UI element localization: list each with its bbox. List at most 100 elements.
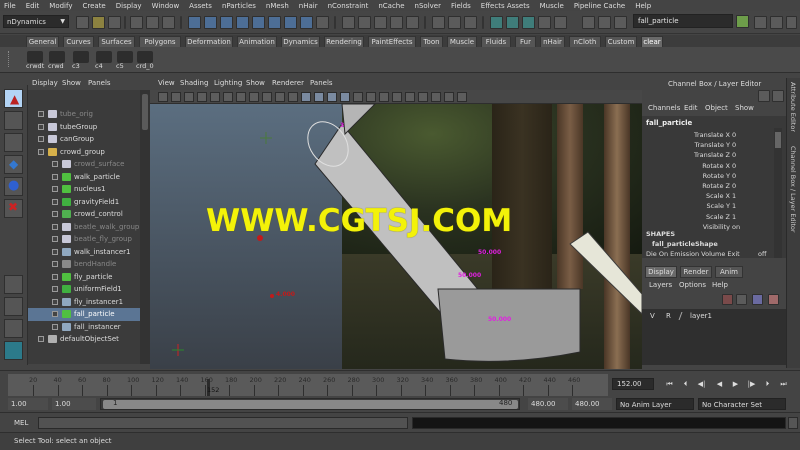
camera-attr-icon[interactable] [171, 92, 181, 102]
outliner-item[interactable]: crowd_group [28, 146, 140, 159]
snap-grid-icon[interactable] [342, 16, 355, 29]
input-ops-icon[interactable] [432, 16, 445, 29]
bookmark-icon[interactable] [184, 92, 194, 102]
script-language-toggle[interactable]: MEL [14, 419, 28, 427]
command-input[interactable] [38, 417, 408, 429]
shelf-tab-fluids[interactable]: Fluids [481, 36, 511, 47]
menu-pipeline-cache[interactable]: Pipeline Cache [574, 2, 625, 10]
outliner-item[interactable]: nucleus1 [28, 183, 140, 196]
shelf-tab-dynamics[interactable]: Dynamics [281, 36, 320, 47]
shelf-tab-surfaces[interactable]: Surfaces [98, 36, 135, 47]
layer-color-swatch[interactable] [678, 312, 690, 320]
channel-attr-value[interactable]: 0 [732, 161, 736, 171]
second-tube-mesh[interactable] [569, 231, 642, 315]
layer-visibility-toggle[interactable]: V [650, 311, 655, 322]
go-to-end-icon[interactable]: ⏭ [778, 378, 789, 390]
shelf-tab-deformation[interactable]: Deformation [185, 36, 233, 47]
snap-view-icon[interactable] [390, 16, 403, 29]
high-quality-icon[interactable] [418, 92, 428, 102]
expand-icon[interactable] [52, 323, 58, 330]
new-scene-icon[interactable] [76, 16, 89, 29]
expand-icon[interactable] [52, 161, 58, 167]
outliner-menu-show[interactable]: Show [62, 79, 81, 87]
step-back-frame-icon[interactable]: ⏴ [680, 378, 691, 390]
expand-icon[interactable] [52, 286, 58, 292]
outliner-item[interactable]: walk_instancer1 [28, 246, 140, 259]
four-pane-layout-icon[interactable] [4, 297, 23, 316]
script-editor-icon[interactable] [788, 417, 798, 429]
layer-menu-options[interactable]: Options [679, 281, 706, 289]
lock-camera-icon[interactable] [457, 92, 467, 102]
channel-box-menu-edit[interactable]: Edit [684, 104, 698, 112]
channel-attr-row[interactable]: Scale Z1 [642, 212, 774, 222]
range-slider-bar[interactable]: 1 480 [100, 398, 520, 410]
animation-end-field[interactable]: 480.00 [572, 398, 612, 410]
expand-icon[interactable] [52, 186, 58, 192]
layer-row[interactable]: V R layer1 [646, 311, 780, 322]
shelf-tab-toon[interactable]: Toon [420, 36, 443, 47]
backface-icon[interactable] [431, 92, 441, 102]
save-scene-icon[interactable] [108, 16, 121, 29]
playback-start-field[interactable]: 1.00 [52, 398, 96, 410]
channel-attr-row[interactable]: Translate X0 [642, 130, 774, 140]
viewport-menu-lighting[interactable]: Lighting [214, 79, 242, 87]
channel-box-object-name[interactable]: fall_particle [646, 119, 692, 127]
menu-fields[interactable]: Fields [451, 2, 471, 10]
layer-tab-anim[interactable]: Anim [715, 266, 743, 278]
outliner-scrollbar[interactable] [140, 90, 150, 364]
menu-window[interactable]: Window [152, 2, 180, 10]
expand-icon[interactable] [52, 198, 58, 205]
mask-surfaces-icon[interactable] [236, 16, 249, 29]
channel-attr-value[interactable]: 1 [732, 191, 736, 201]
outliner-menu-panels[interactable]: Panels [88, 79, 111, 87]
isolate-select-icon[interactable] [379, 92, 389, 102]
select-tool-icon[interactable]: ▲ [4, 89, 23, 108]
lasso-tool-icon[interactable] [4, 111, 23, 130]
outliner-layout-icon[interactable] [4, 319, 23, 338]
render-settings-icon[interactable] [538, 16, 551, 29]
selection-mode-icon[interactable] [582, 16, 595, 29]
channel-attr-row[interactable]: Rotate X0 [642, 161, 774, 171]
channel-attr-value[interactable]: 0 [732, 181, 736, 191]
shelf-tab-curves[interactable]: Curves [63, 36, 94, 47]
channel-attr-value[interactable]: 0 [732, 171, 736, 181]
outliner-item[interactable]: tubeGroup [28, 121, 140, 134]
menu-effects-assets[interactable]: Effects Assets [481, 2, 530, 10]
snap-curve-icon[interactable] [358, 16, 371, 29]
mask-deformations-icon[interactable] [252, 16, 265, 29]
paint-select-tool-icon[interactable] [4, 133, 23, 152]
outliner-item[interactable]: crowd_surface [28, 158, 140, 171]
render-view-icon[interactable] [490, 16, 503, 29]
scale-tool-icon[interactable]: ✖ [4, 199, 23, 218]
toggle-tool-settings-icon[interactable] [770, 16, 783, 29]
outliner-item[interactable]: fly_particle [28, 271, 140, 284]
shelf-tab-nhair[interactable]: nHair [540, 36, 565, 47]
channel-attr-value[interactable]: 1 [732, 201, 736, 211]
shelf-tab-animation[interactable]: Animation [237, 36, 277, 47]
channel-attr-row[interactable]: Scale Y1 [642, 201, 774, 211]
channel-attr-row[interactable]: Translate Z0 [642, 150, 774, 160]
expand-icon[interactable] [52, 248, 58, 255]
menu-nparticles[interactable]: nParticles [222, 2, 256, 10]
menu-help[interactable]: Help [635, 2, 651, 10]
ipr-render-icon[interactable] [522, 16, 535, 29]
menu-edit[interactable]: Edit [26, 2, 40, 10]
scrollbar-thumb[interactable] [775, 132, 781, 148]
outliner-item[interactable]: beatle_walk_group [28, 221, 140, 234]
mask-dynamics-icon[interactable] [268, 16, 281, 29]
layer-menu-layers[interactable]: Layers [649, 281, 672, 289]
expand-icon[interactable] [38, 111, 44, 117]
expand-icon[interactable] [52, 273, 58, 280]
layer-tab-display[interactable]: Display [645, 266, 677, 278]
outliner-item[interactable]: uniformField1 [28, 283, 140, 296]
menu-display[interactable]: Display [116, 2, 142, 10]
shelf-tab-general[interactable]: General [26, 36, 59, 47]
make-live-icon[interactable] [406, 16, 419, 29]
shelf-tab-ncloth[interactable]: nCloth [569, 36, 601, 47]
channel-box-scrollbar[interactable] [774, 128, 782, 258]
grid-icon[interactable] [210, 92, 220, 102]
safe-title-icon[interactable] [288, 92, 298, 102]
viewport-menu-renderer[interactable]: Renderer [272, 79, 304, 87]
toggle-attribute-editor-icon[interactable] [754, 16, 767, 29]
expand-icon[interactable] [52, 311, 58, 317]
